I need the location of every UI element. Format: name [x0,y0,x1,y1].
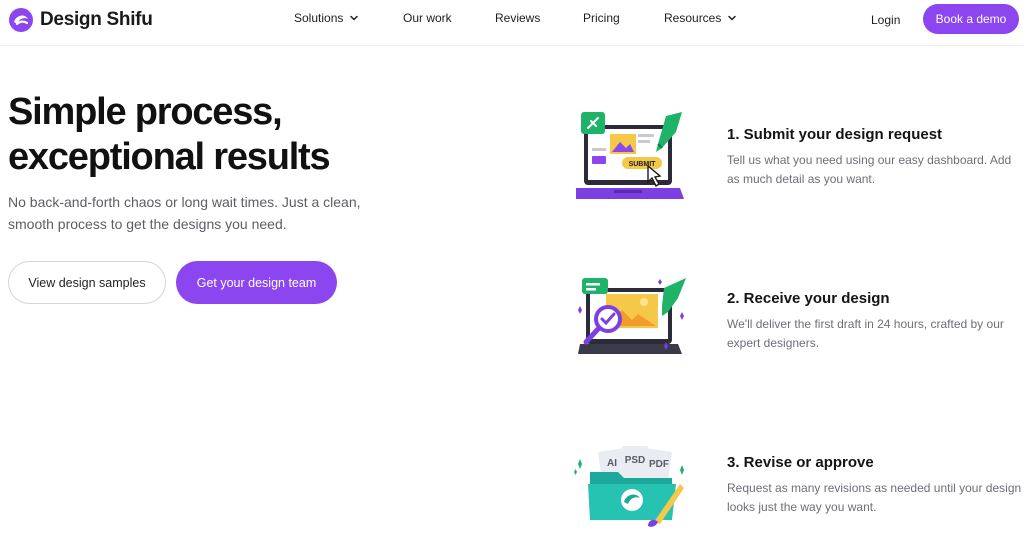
nav-label: Pricing [583,11,620,25]
hero-title-line-1: Simple process, [8,91,283,133]
chevron-down-icon [728,15,737,21]
step-3-title: 3. Revise or approve [727,454,874,471]
step-1-description: Tell us what you need using our easy das… [727,153,1012,186]
top-navigation: Design Shifu Solutions Our work Reviews … [0,0,1024,46]
get-design-team-button[interactable]: Get your design team [176,261,337,304]
nav-pricing[interactable]: Pricing [583,11,620,25]
pdf-file-tag: PDF [649,459,669,470]
submit-badge-text: SUBMIT [629,161,657,168]
folder-files-illustration: AI PSD PDF [574,446,684,527]
book-demo-button[interactable]: Book a demo [923,4,1019,34]
step-2-title: 2. Receive your design [727,290,890,307]
laptop-submit-illustration: SUBMIT [576,112,684,199]
nav-solutions[interactable]: Solutions [294,11,359,25]
nav-label: Our work [403,11,452,25]
hero-subtitle: No back-and-forth chaos or long wait tim… [8,194,361,232]
chevron-down-icon [350,15,359,21]
ai-file-tag: AI [607,458,617,469]
nav-reviews[interactable]: Reviews [495,11,540,25]
nav-label: Resources [664,11,722,25]
brand-name: Design Shifu [40,9,153,30]
login-link[interactable]: Login [871,13,900,27]
brand-logo[interactable]: Design Shifu [8,7,153,33]
step-2-description: We'll deliver the first draft in 24 hour… [727,317,1004,350]
nav-resources[interactable]: Resources [664,11,737,25]
nav-label: Reviews [495,11,541,25]
hero-title: Simple process, exceptional results [8,90,488,180]
laptop-review-illustration [578,278,686,354]
step-1-title: 1. Submit your design request [727,126,943,143]
view-design-samples-button[interactable]: View design samples [8,261,166,304]
step-3-description: Request as many revisions as needed unti… [727,481,1022,514]
nav-our-work[interactable]: Our work [403,11,452,25]
nav-label: Solutions [294,11,344,25]
hero-title-line-2: exceptional results [8,136,331,178]
psd-file-tag: PSD [625,455,646,466]
design-shifu-logo-icon [9,8,33,32]
